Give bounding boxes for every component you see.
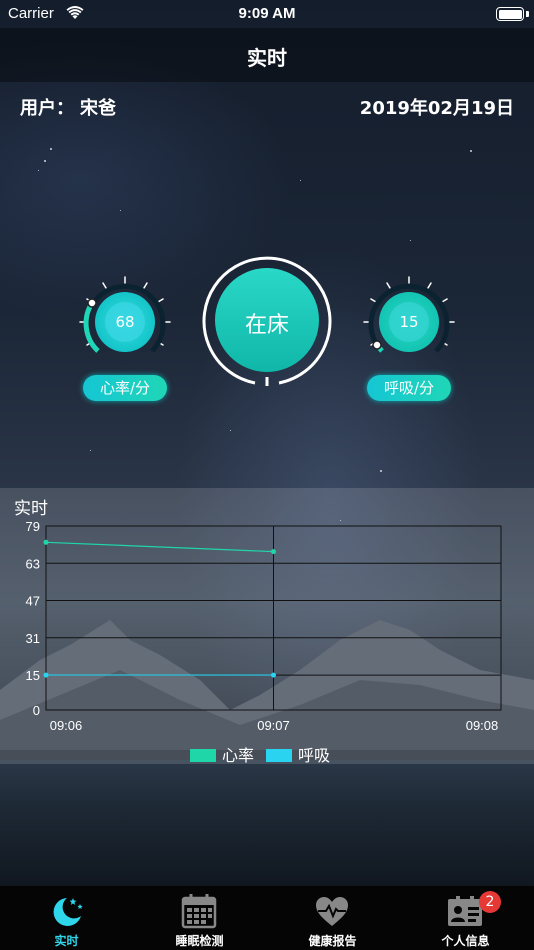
calendar-icon [181, 894, 217, 929]
legend-heart-swatch [190, 749, 216, 762]
legend-heart-label: 心率 [222, 746, 255, 765]
legend-heart-rate: 心率 [190, 742, 255, 765]
page-title: 实时 [247, 46, 287, 70]
user-label: 用户： [20, 98, 74, 119]
legend-breath-swatch [266, 749, 292, 762]
breathing-value: 15 [399, 313, 419, 331]
tab-personal-info[interactable]: 2 个人信息 [399, 886, 532, 950]
legend-breathing: 呼吸 [266, 742, 331, 765]
breathing-label: 呼吸/分 [367, 375, 451, 401]
tab-health-report-label: 健康报告 [308, 934, 357, 948]
data-point [43, 539, 49, 545]
moon-stars-icon [53, 898, 83, 926]
user-name: 宋爸 [80, 98, 116, 119]
x-tick-label: 09:06 [50, 718, 83, 733]
y-tick-label: 31 [26, 631, 40, 646]
heart-rate-value: 68 [115, 313, 135, 331]
y-tick-label: 47 [26, 594, 40, 609]
y-tick-label: 79 [26, 519, 40, 534]
status-bar: Carrier 9:09 AM [0, 0, 534, 28]
y-tick-label: 0 [33, 703, 40, 718]
notification-badge: 2 [479, 891, 501, 913]
tab-realtime[interactable]: 实时 [0, 886, 133, 950]
navigation-bar: 实时 [0, 28, 534, 82]
battery-icon [496, 7, 524, 21]
data-point [271, 672, 276, 678]
y-tick-label: 15 [26, 668, 40, 683]
tab-sleep-monitor-label: 睡眠检测 [175, 934, 224, 948]
clock: 9:09 AM [238, 5, 296, 22]
y-tick-label: 63 [26, 556, 40, 571]
date-label: 2019年02月19日 [359, 98, 514, 119]
legend-breath-label: 呼吸 [298, 746, 331, 765]
user-info-row: 用户： 宋爸 2019年02月19日 [0, 92, 534, 122]
data-point [43, 672, 49, 678]
tab-personal-info-label: 个人信息 [441, 934, 490, 948]
series-line-0 [45, 541, 274, 553]
x-tick-label: 09:07 [257, 718, 290, 733]
tab-realtime-label: 实时 [54, 934, 79, 948]
realtime-line-chart[interactable]: 79 63 47 31 15 0 09:06 09:07 09:08 [0, 516, 534, 742]
id-card-icon [448, 896, 482, 926]
tab-sleep-monitor[interactable]: 睡眠检测 [133, 886, 266, 950]
data-point [271, 549, 276, 555]
heart-rate-label: 心率/分 [83, 375, 167, 401]
lake-reflection [0, 760, 534, 886]
x-tick-label: 09:08 [466, 718, 499, 733]
tab-bar: 实时 睡眠检测 健康报告 2 个人信息 [0, 886, 534, 950]
bed-status-text: 在床 [244, 313, 289, 338]
heart-pulse-icon [316, 897, 348, 926]
tab-health-report[interactable]: 健康报告 [266, 886, 399, 950]
